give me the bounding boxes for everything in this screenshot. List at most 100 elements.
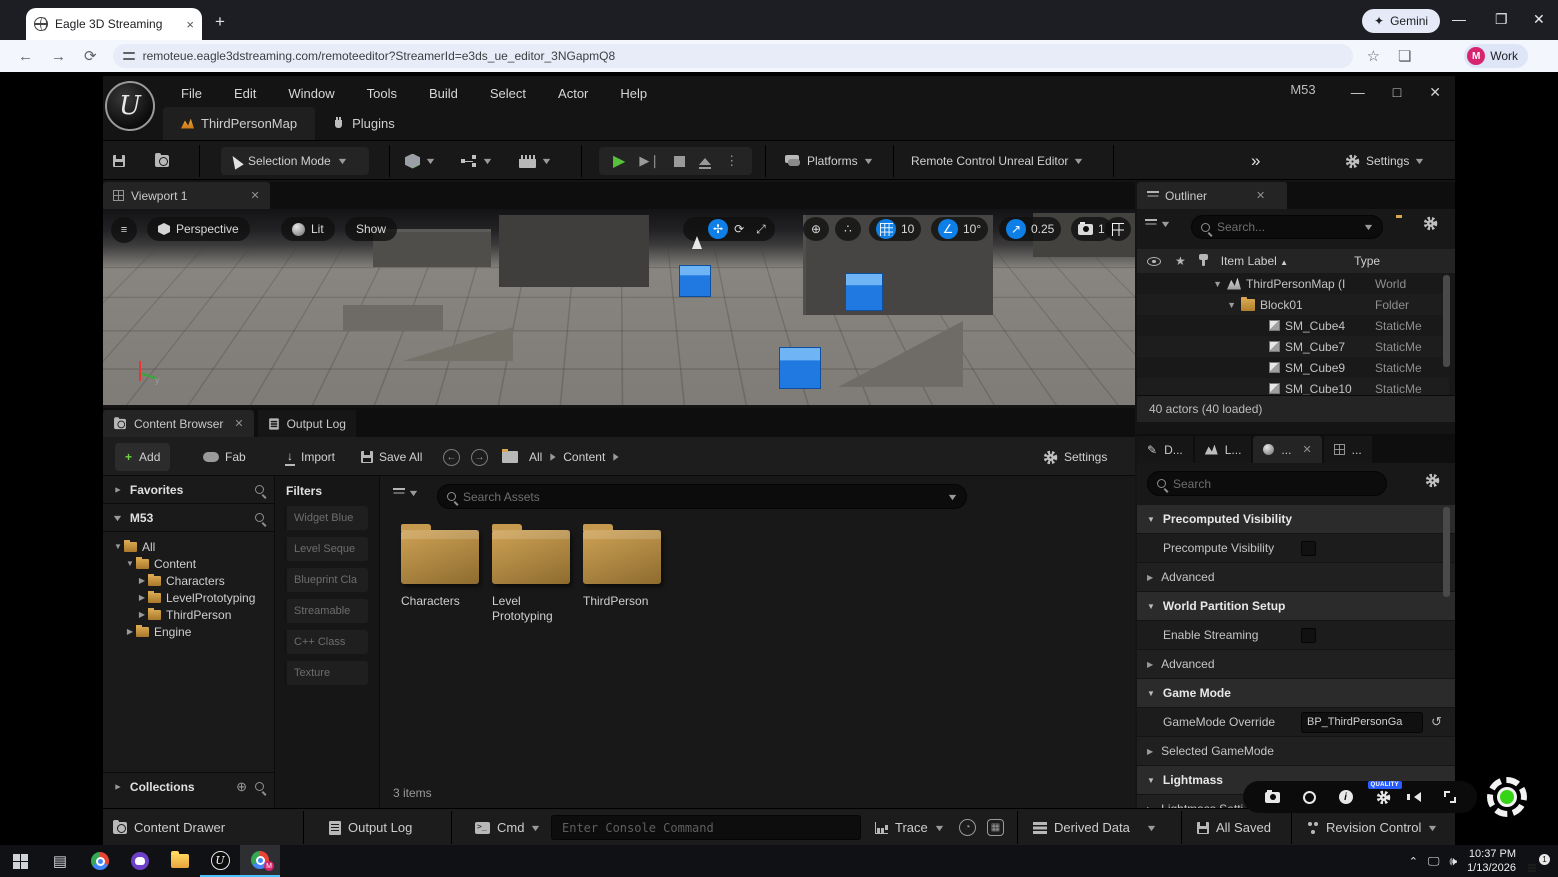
search-assets-input[interactable]: Search Assets ▼ <box>437 484 967 509</box>
outliner-row[interactable]: SM_Cube9 StaticMe <box>1137 357 1449 378</box>
selection-mode-dropdown[interactable]: Selection Mode ▼ <box>221 147 369 175</box>
breadcrumb-chevron-icon[interactable]: ▼ <box>548 451 558 463</box>
tree-expander-icon[interactable]: ▶ <box>125 627 135 636</box>
tab-content-browser[interactable]: Content Browser ✕ <box>103 410 254 437</box>
outliner-tab-close-icon[interactable]: ✕ <box>1256 189 1265 202</box>
settings-dropdown[interactable]: Settings ▼ <box>1345 147 1424 175</box>
asset-folder[interactable]: Characters <box>401 530 487 609</box>
output-log-button[interactable]: Output Log <box>329 809 412 846</box>
site-settings-icon[interactable] <box>123 51 135 61</box>
content-browser-settings-button[interactable]: Settings <box>1043 443 1107 471</box>
add-collection-icon[interactable]: ⊕ <box>236 779 247 795</box>
settings-row[interactable]: Selected GameMode <box>1137 737 1455 766</box>
play-options-icon[interactable]: ⋮ <box>725 153 738 169</box>
menu-item[interactable]: Window <box>276 82 346 105</box>
nav-forward-button[interactable]: → <box>471 443 488 471</box>
world-local-toggle[interactable]: ⊕ <box>803 217 829 241</box>
ue-minimize-button[interactable]: — <box>1351 84 1365 101</box>
menu-item[interactable]: Edit <box>222 82 268 105</box>
taskbar-unreal-icon[interactable]: U <box>200 845 240 877</box>
outliner-row[interactable]: ▼ ThirdPersonMap (I World <box>1137 273 1449 294</box>
profile-chip[interactable]: M Work <box>1464 44 1528 68</box>
surface-snapping-icon[interactable]: ∴ <box>835 217 861 241</box>
column-item-label[interactable]: Item Label ▲ <box>1221 254 1288 268</box>
trace-dropdown[interactable]: Trace ▼ <box>875 809 944 846</box>
tree-expander-icon[interactable]: ▶ <box>137 576 147 585</box>
grid-snap-control[interactable]: 10 <box>869 217 921 241</box>
taskbar-explorer-icon[interactable] <box>160 845 200 877</box>
start-button[interactable] <box>0 845 40 877</box>
search-icon[interactable] <box>255 782 264 791</box>
volume-icon[interactable]: 🕪 <box>1450 854 1458 869</box>
filter-pill[interactable]: Widget Blue <box>284 506 368 530</box>
stop-button[interactable] <box>674 156 685 167</box>
settings-row[interactable]: Precomputed Visibility <box>1137 505 1455 534</box>
outliner-settings-button[interactable] <box>1423 216 1438 234</box>
eject-button[interactable] <box>699 158 711 165</box>
breadcrumb-all[interactable]: All <box>529 450 542 464</box>
outliner-row[interactable]: SM_Cube10 StaticMe <box>1137 378 1449 395</box>
insights-button[interactable]: ◔ <box>959 809 976 846</box>
network-icon[interactable]: 🖵 <box>1428 854 1440 869</box>
perspective-dropdown[interactable]: Perspective <box>147 217 250 241</box>
remote-control-dropdown[interactable]: Remote Control Unreal Editor ▼ <box>911 147 1083 175</box>
save-all-button[interactable]: Save All <box>361 443 422 471</box>
ue-maximize-button[interactable]: □ <box>1393 84 1401 101</box>
tab-details[interactable]: ✎ D... <box>1137 436 1193 463</box>
add-actor-dropdown[interactable]: +▼ <box>405 147 435 175</box>
settings-row[interactable]: GameMode Override BP_ThirdPersonGa <box>1137 708 1455 737</box>
tab-viewport-1[interactable]: Viewport 1 ✕ <box>103 182 270 209</box>
details-search-input[interactable]: Search <box>1147 471 1387 496</box>
rotation-snap-control[interactable]: ∠ 10° <box>931 217 988 241</box>
menu-item[interactable]: Build <box>417 82 470 105</box>
world-settings-close-icon[interactable]: ✕ <box>1302 443 1311 456</box>
scale-snap-control[interactable]: ↗ 0.25 <box>999 217 1061 241</box>
bookmark-star-icon[interactable]: ☆ <box>1367 47 1380 65</box>
settings-row[interactable]: Advanced <box>1137 563 1455 592</box>
favorites-section[interactable]: ▼ Favorites <box>103 476 274 504</box>
taskbar-clock[interactable]: 10:37 PM 1/13/2026 <box>1467 847 1516 876</box>
platforms-dropdown[interactable]: Platforms ▼ <box>785 147 873 175</box>
create-folder-button[interactable] <box>1395 217 1401 231</box>
outliner-row[interactable]: SM_Cube7 StaticMe <box>1137 336 1449 357</box>
fab-button[interactable]: Fab <box>203 443 246 471</box>
blue-cube[interactable] <box>779 347 821 389</box>
stream-menu-gear-button[interactable] <box>1483 773 1531 821</box>
tab-extra-panel[interactable]: ... <box>1324 436 1372 463</box>
expander-icon[interactable]: ▼ <box>1137 279 1225 289</box>
collections-section[interactable]: ▼ Collections ⊕ <box>103 772 274 800</box>
record-icon[interactable] <box>1303 791 1316 804</box>
cinematics-dropdown[interactable]: ▼ <box>519 147 551 175</box>
rotate-tool-icon[interactable]: ⟳ <box>728 222 750 236</box>
blueprints-dropdown[interactable]: ▼ <box>461 147 492 175</box>
scale-tool-icon[interactable]: ⤢ <box>750 222 772 237</box>
maximize-viewport-icon[interactable] <box>1105 217 1131 241</box>
tree-item[interactable]: ▶ Characters <box>103 572 274 589</box>
tab-world-settings[interactable]: ... ✕ <box>1253 436 1321 463</box>
tree-expander-icon[interactable]: ▼ <box>125 559 135 568</box>
browser-restore-button[interactable]: ❐ <box>1495 12 1508 26</box>
asset-folder[interactable]: Level Prototyping <box>492 530 578 624</box>
side-panel-icon[interactable]: ❏ <box>1398 47 1411 65</box>
settings-row[interactable]: Advanced <box>1137 650 1455 679</box>
import-button[interactable]: ↓ Import <box>285 443 335 471</box>
frame-skip-button[interactable]: ▶❘ <box>639 153 660 169</box>
menu-item[interactable]: Select <box>478 82 538 105</box>
browser-tab[interactable]: Eagle 3D Streaming × <box>26 8 202 40</box>
menu-item[interactable]: Actor <box>546 82 600 105</box>
cmd-dropdown[interactable]: Cmd ▼ <box>475 809 540 846</box>
revision-control-dropdown[interactable]: Revision Control ▼ <box>1307 809 1437 846</box>
assets-filter-button[interactable]: ▼ <box>393 488 418 498</box>
url-bar[interactable]: remoteue.eagle3dstreaming.com/remoteedit… <box>113 44 1353 68</box>
tab-outliner[interactable]: Outliner ✕ <box>1137 182 1287 209</box>
viewport-tab-close-icon[interactable]: ✕ <box>250 189 259 202</box>
tab-thirdpersonmap[interactable]: ThirdPersonMap <box>163 107 315 140</box>
tree-expander-icon[interactable]: ▶ <box>137 593 147 602</box>
menu-item[interactable]: Tools <box>355 82 409 105</box>
tab-output-log[interactable]: Output Log <box>258 410 356 437</box>
new-tab-button[interactable]: + <box>215 13 225 30</box>
tab-levels[interactable]: L... <box>1195 436 1252 463</box>
outliner-row[interactable]: ▼ Block01 Folder <box>1137 294 1449 315</box>
show-dropdown[interactable]: Show <box>345 217 397 241</box>
browser-minimize-button[interactable]: — <box>1452 12 1466 26</box>
